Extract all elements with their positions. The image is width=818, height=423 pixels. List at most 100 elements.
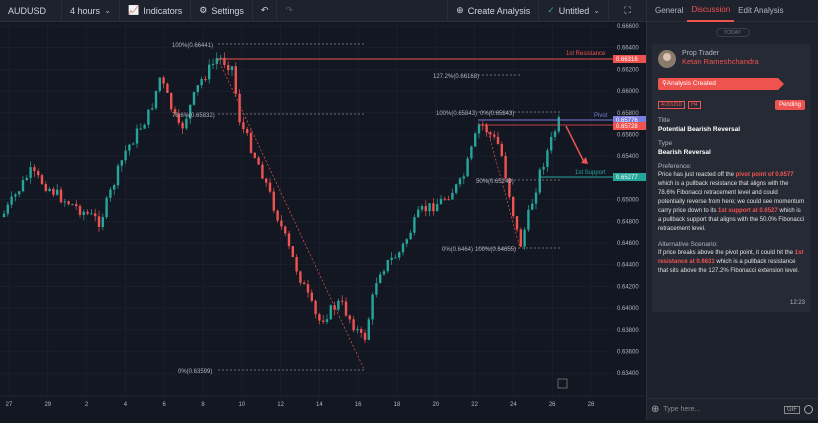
candle-body <box>527 209 530 230</box>
analysis-overlays: 100%(0.66441) 78.6%(0.65832) 0%(0.63599)… <box>172 43 613 375</box>
price-tag-label: 0.65728 <box>616 124 638 130</box>
candle-body <box>261 164 264 179</box>
candle-body <box>428 203 431 212</box>
price-tick-label: 0.65000 <box>617 198 639 204</box>
preference-label: Preference: <box>658 163 692 170</box>
candle-body <box>90 213 93 215</box>
magnet-icon[interactable] <box>557 378 568 389</box>
candle-body <box>432 203 435 212</box>
candle-body <box>6 204 9 214</box>
candle-body <box>204 79 207 81</box>
analysis-details: Title Potential Bearish Reversal Type Be… <box>652 117 811 276</box>
candle-body <box>208 64 211 80</box>
fib-100-right-label: 100%(0.65843) <box>436 111 477 117</box>
emoji-icon[interactable] <box>804 405 813 414</box>
candle-body <box>230 66 234 71</box>
tag-row: AUDUSD H4 Pending <box>652 90 811 110</box>
candle-body <box>466 158 469 177</box>
timeframe-selector[interactable]: 4 hours ⌄ <box>62 0 120 22</box>
untitled-layout-selector[interactable]: ✓ Untitled ⌄ <box>538 0 608 22</box>
candle-body <box>33 167 36 172</box>
price-chart[interactable]: 100%(0.66441) 78.6%(0.65832) 0%(0.63599)… <box>0 22 646 420</box>
fullscreen-button[interactable]: ⛶ <box>608 0 646 22</box>
today-divider: TODAY <box>715 28 750 37</box>
analysis-created-label: Analysis Created <box>666 80 716 87</box>
candle-body <box>550 136 553 151</box>
candle-body <box>322 320 325 322</box>
candle-body <box>439 198 443 205</box>
price-tick-label: 0.64800 <box>617 219 639 225</box>
candle-body <box>63 201 66 203</box>
candle-body <box>101 217 104 227</box>
candle-body <box>59 189 63 203</box>
price-tick-label: 0.64600 <box>617 241 639 247</box>
fib-0-right-top-label: 0%(0.65843) <box>480 111 514 117</box>
timeframe-label: 4 hours <box>70 5 101 16</box>
chevron-down-icon: ⌄ <box>593 6 600 15</box>
undo-icon: ↶ <box>260 5 269 15</box>
candle-body <box>493 134 496 137</box>
candle-body <box>318 314 321 321</box>
candle-body <box>10 196 13 205</box>
candle-body <box>2 213 6 217</box>
timeframe-tag: H4 <box>688 101 701 109</box>
price-axis: 0.66600 0.66400 0.66200 0.66000 0.65800 0.656… <box>613 22 646 420</box>
fib-786-label: 78.6%(0.65832) <box>172 113 215 119</box>
undo-button[interactable]: ↶ <box>253 0 278 22</box>
candle-body <box>329 305 332 320</box>
tab-general[interactable]: General <box>651 0 687 22</box>
message-input[interactable]: Type here... <box>663 406 780 413</box>
settings-button[interactable]: ⚙ Settings <box>191 0 253 22</box>
pref-text-1: Price has just reacted off the <box>658 172 736 178</box>
candle-body <box>18 191 21 195</box>
redo-button[interactable]: ↷ <box>277 0 301 22</box>
candle-body <box>325 319 329 322</box>
candle-body <box>128 144 131 151</box>
candle-body <box>166 83 169 93</box>
candle-body <box>192 91 196 105</box>
create-analysis-label: Create Analysis <box>467 5 531 16</box>
candle-body <box>515 216 519 230</box>
indicators-icon: 📈 <box>128 5 140 15</box>
candle-body <box>67 201 70 205</box>
analysis-created-banner: ⚲Analysis Created <box>658 78 784 90</box>
price-tick-label: 0.66600 <box>617 24 639 30</box>
fib-100-left-label: 100%(0.66441) <box>172 43 213 49</box>
candle-body <box>196 85 199 92</box>
type-label: Type <box>658 140 673 147</box>
candle-body <box>409 232 412 240</box>
user-name[interactable]: Ketan Rameshchandra <box>682 57 759 66</box>
candle-body <box>470 146 473 159</box>
price-tick-label: 0.64000 <box>617 306 639 312</box>
candle-body <box>398 252 401 258</box>
candle-body <box>341 300 344 302</box>
price-tick-label: 0.66000 <box>617 89 639 95</box>
avatar <box>658 50 676 68</box>
create-analysis-button[interactable]: ⊕ Create Analysis <box>447 0 538 22</box>
candle-body <box>375 283 378 295</box>
user-role: Prop Trader <box>682 50 719 57</box>
symbol-label: AUDUSD <box>8 5 47 16</box>
bearish-arrow <box>565 125 585 163</box>
candle-body <box>379 274 382 284</box>
candle-body <box>75 204 78 207</box>
candle-body <box>512 196 515 217</box>
tab-edit-analysis[interactable]: Edit Analysis <box>734 0 787 22</box>
symbol-selector[interactable]: AUDUSD <box>0 0 62 22</box>
candle-body <box>287 233 291 247</box>
indicators-button[interactable]: 📈 Indicators <box>120 0 192 22</box>
price-tag-label: 0.65277 <box>616 175 638 181</box>
candle-body <box>534 192 538 204</box>
untitled-label: Untitled <box>558 5 590 16</box>
type-value: Bearish Reversal <box>658 149 711 156</box>
candle-body <box>451 192 454 200</box>
candle-body <box>413 217 416 233</box>
candle-body <box>181 122 184 129</box>
candle-body <box>52 188 55 195</box>
candle-body <box>265 178 268 183</box>
price-tick-label: 0.63800 <box>617 328 639 334</box>
tab-discussion[interactable]: Discussion <box>687 0 735 22</box>
gif-button[interactable]: GIF <box>784 405 800 414</box>
chart-area[interactable]: 100%(0.66441) 78.6%(0.65832) 0%(0.63599)… <box>0 22 646 420</box>
plus-icon[interactable]: ⊕ <box>651 404 659 415</box>
